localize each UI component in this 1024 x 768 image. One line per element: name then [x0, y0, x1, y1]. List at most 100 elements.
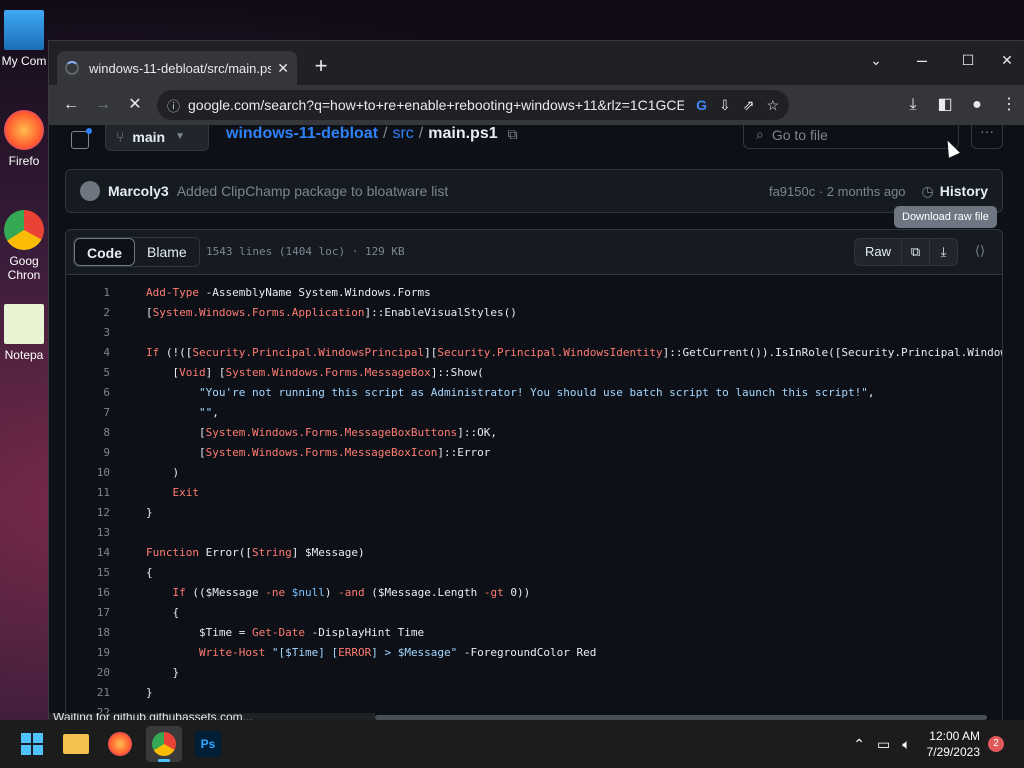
code-text: [System.Windows.Forms.MessageBoxIcon]::E… [146, 446, 491, 459]
tab-search-icon[interactable]: ⌄ [853, 45, 899, 75]
code-text: } [146, 666, 180, 679]
breadcrumb-repo-link[interactable]: windows-11-debloat [226, 125, 378, 143]
code-line: 17 { [66, 603, 1002, 623]
branch-icon: ⑂ [116, 128, 125, 145]
chevron-up-icon[interactable]: ⌃ [853, 736, 865, 753]
raw-button[interactable]: Raw [853, 238, 902, 266]
code-line: 19 Write-Host "[$Time] [ERROR] > $Messag… [66, 643, 1002, 663]
notification-badge[interactable]: 2 [988, 736, 1004, 752]
taskbar-chrome[interactable] [146, 726, 182, 762]
latest-commit: Marcoly3 Added ClipChamp package to bloa… [65, 169, 1003, 213]
menu-kebab-icon[interactable]: ⋮ [993, 89, 1024, 121]
code-line: 9 [System.Windows.Forms.MessageBoxIcon]:… [66, 443, 1002, 463]
download-raw-icon[interactable]: ⤓ [930, 238, 958, 266]
line-number: 9 [103, 446, 110, 459]
windows-logo-icon [33, 745, 43, 755]
desktop-icon-my-computer[interactable]: My Com [0, 10, 48, 68]
minimize-button[interactable]: – [899, 45, 945, 75]
address-bar[interactable]: ⓘ google.com/search?q=how+to+re+enable+r… [157, 90, 789, 120]
desktop-icon-firefox[interactable]: Firefo [0, 110, 48, 168]
github-file-view: ⑂ main ▼ windows-11-debloat / src / main… [49, 125, 1024, 721]
desktop-icon-chrome[interactable]: Goog Chron [0, 210, 48, 282]
toolbar-right: ⤓ ◧ ● ⋮ [897, 89, 1024, 121]
desktop-icon-notepad[interactable]: Notepa [0, 304, 48, 362]
symbols-panel-icon[interactable]: ⟨⟩ [966, 238, 994, 266]
avatar[interactable] [80, 181, 100, 201]
taskbar-firefox[interactable] [102, 726, 138, 762]
code-text: "", [198, 406, 219, 419]
stop-loading-button[interactable]: ✕ [119, 89, 151, 121]
file-actions: Raw ⧉ ⤓ ⟨⟩ [853, 238, 994, 266]
breadcrumb-dir-link[interactable]: src [392, 125, 413, 143]
bookmark-star-icon[interactable]: ☆ [766, 97, 779, 114]
code-line: 15 { [66, 563, 1002, 583]
copy-path-icon[interactable]: ⧉ [508, 126, 518, 143]
more-options-button[interactable]: ··· [971, 125, 1003, 149]
code-text: "You're not running this script as Admin… [198, 386, 875, 399]
commit-message[interactable]: Added ClipChamp package to bloatware lis… [177, 183, 769, 199]
code-text: $Time = Get-Date -DisplayHint Time [146, 626, 425, 639]
code-text: { [146, 606, 180, 619]
breadcrumb-file: main.ps1 [428, 125, 498, 142]
install-app-icon[interactable]: ⇩ [719, 97, 731, 114]
system-tray: ⌃ ▭ 🔈︎ 12:00 AM 7/29/2023 2 [847, 720, 1024, 768]
profile-icon[interactable]: ● [961, 89, 993, 121]
breadcrumb-separator: / [418, 125, 424, 142]
site-info-icon[interactable]: ⓘ [167, 96, 180, 115]
breadcrumb: windows-11-debloat / src / main.ps1 ⧉ [226, 125, 518, 143]
copy-raw-icon[interactable]: ⧉ [902, 238, 930, 266]
forward-button[interactable]: → [87, 89, 119, 121]
desktop-icon-label: Notepa [4, 348, 44, 362]
tab-code[interactable]: Code [74, 238, 135, 266]
volume-icon[interactable]: 🔈︎ [902, 736, 910, 753]
google-lens-icon[interactable]: G [696, 97, 707, 113]
history-button[interactable]: ◷ History [922, 183, 988, 200]
go-to-file-input[interactable]: ⌕ Go to file [743, 125, 959, 149]
close-window-button[interactable]: ✕ [989, 45, 1024, 75]
branch-selector[interactable]: ⑂ main ▼ [105, 125, 209, 151]
taskbar-photoshop[interactable]: Ps [190, 726, 226, 762]
code-line: 14 Function Error([String] $Message) [66, 543, 1002, 563]
line-number: 4 [103, 346, 110, 359]
downloads-icon[interactable]: ⤓ [897, 89, 929, 121]
browser-tab[interactable]: windows-11-debloat/src/main.ps ✕ [57, 51, 297, 85]
tab-blame[interactable]: Blame [135, 238, 199, 266]
line-number: 17 [96, 606, 110, 619]
line-number: 15 [96, 566, 110, 579]
side-panel-icon[interactable]: ◧ [929, 89, 961, 121]
code-line: 11 Exit [66, 483, 1002, 503]
breadcrumb-separator: / [383, 125, 388, 142]
code-text: Write-Host "[$Time] [ERROR] > $Message" … [198, 646, 597, 659]
clock[interactable]: 12:00 AM 7/29/2023 [927, 728, 980, 760]
sidebar-toggle-icon[interactable] [71, 128, 92, 149]
code-line: 6 "You're not running this script as Adm… [66, 383, 1002, 403]
tab-strip: windows-11-debloat/src/main.ps ✕ + ⌄ – ☐… [49, 41, 1024, 85]
line-number: 19 [96, 646, 110, 659]
firefox-icon [108, 732, 132, 756]
code-text: Function Error([String] $Message) [146, 546, 365, 559]
network-icon[interactable]: ▭ [877, 736, 890, 753]
code-line: 18 $Time = Get-Date -DisplayHint Time [66, 623, 1002, 643]
new-tab-button[interactable]: + [307, 53, 335, 81]
clock-time: 12:00 AM [929, 729, 980, 743]
code-text: } [146, 506, 153, 519]
loading-spinner-icon [65, 61, 79, 75]
code-view[interactable]: 1 Add-Type -AssemblyName System.Windows.F… [65, 275, 1003, 721]
commit-author[interactable]: Marcoly3 [108, 183, 169, 199]
notepad-icon [4, 304, 44, 344]
code-line: 12} [66, 503, 1002, 523]
maximize-button[interactable]: ☐ [945, 45, 991, 75]
code-line: 5 [Void] [System.Windows.Forms.MessageBo… [66, 363, 1002, 383]
line-number: 6 [103, 386, 110, 399]
taskbar-file-explorer[interactable] [58, 726, 94, 762]
tooltip-download-raw: Download raw file [894, 206, 997, 228]
commit-sha-age[interactable]: fa9150c · 2 months ago [769, 184, 906, 199]
back-button[interactable]: ← [55, 89, 87, 121]
close-tab-icon[interactable]: ✕ [277, 60, 289, 77]
share-icon[interactable]: ⇗ [743, 97, 755, 114]
start-button[interactable] [14, 726, 50, 762]
file-navigation: ⑂ main ▼ windows-11-debloat / src / main… [49, 125, 1024, 165]
code-text: ) [146, 466, 180, 479]
code-line: 1 Add-Type -AssemblyName System.Windows.F… [66, 283, 1002, 303]
code-text: } [146, 686, 153, 699]
